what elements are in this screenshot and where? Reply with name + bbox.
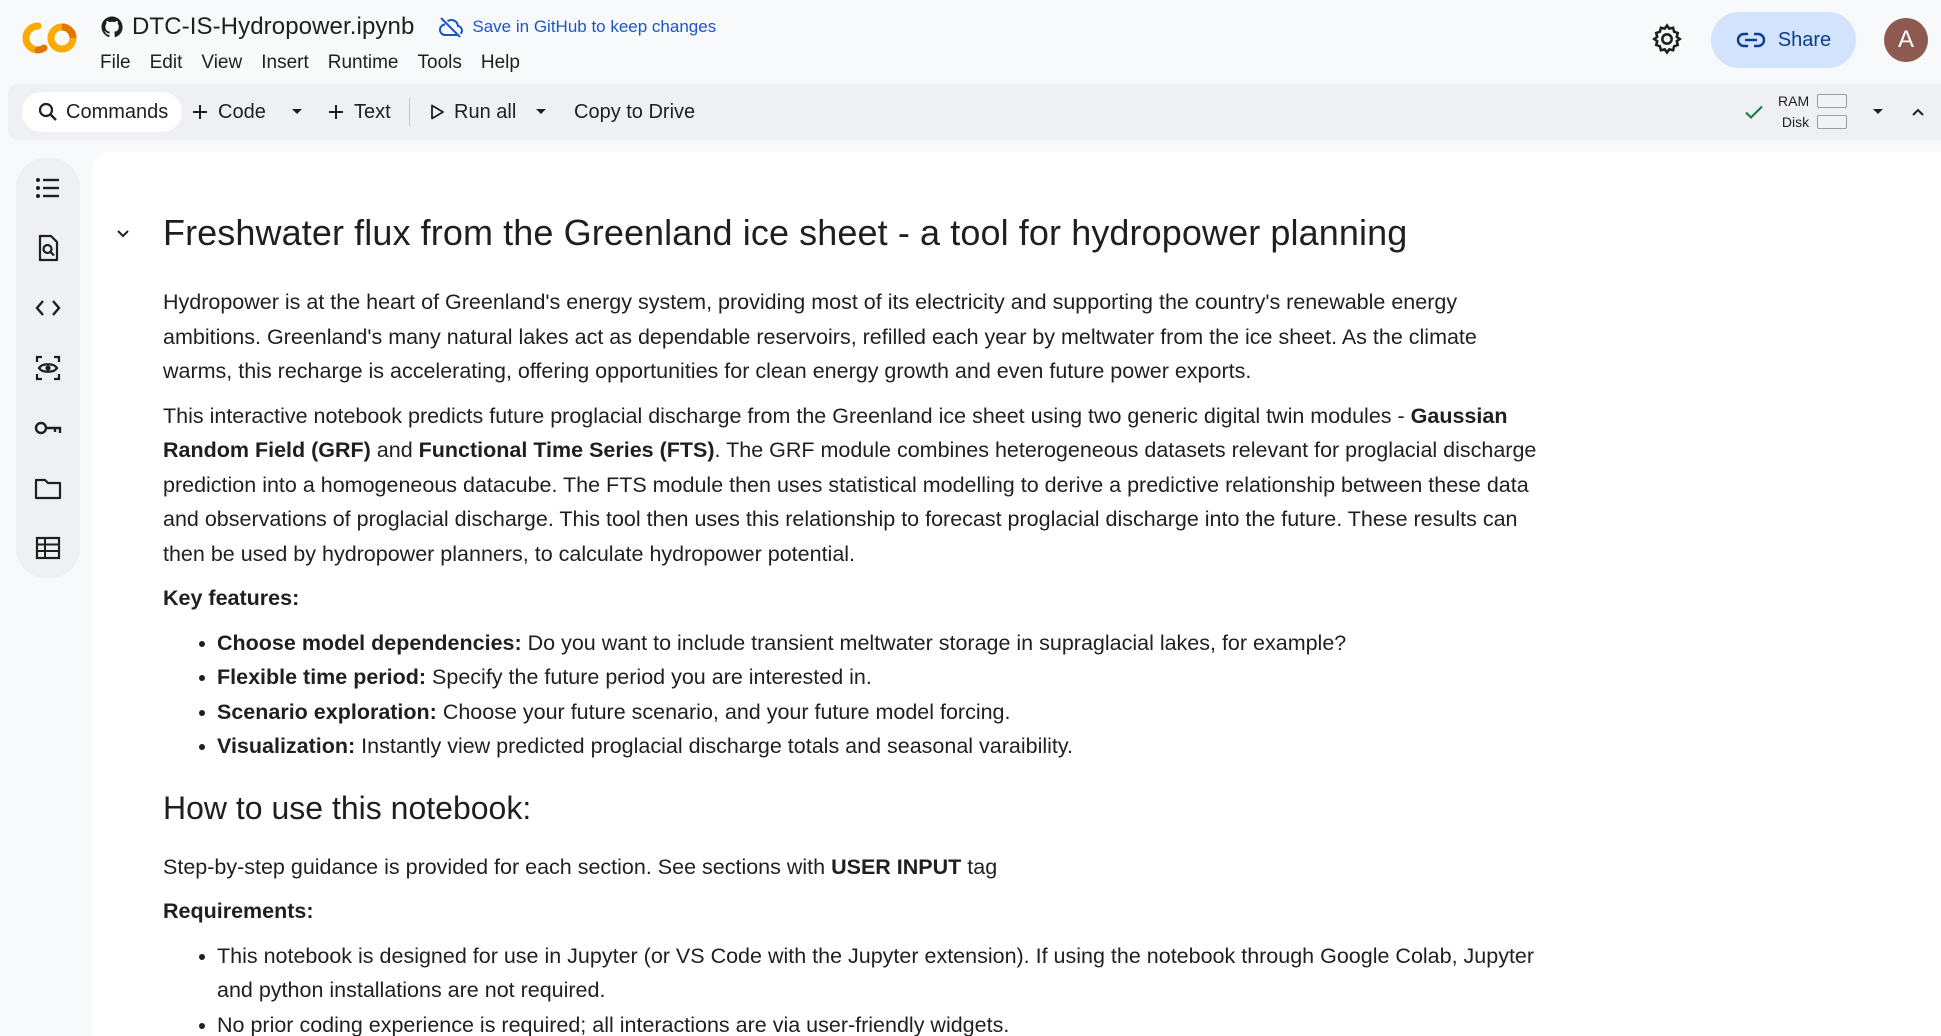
add-text-cell-button[interactable]: Text — [326, 92, 391, 132]
menu-insert[interactable]: Insert — [261, 52, 309, 74]
cloud-off-icon — [439, 17, 464, 38]
menu-tools[interactable]: Tools — [418, 52, 462, 74]
feature-label: Choose model dependencies: — [217, 630, 522, 655]
feature-label: Scenario exploration: — [217, 699, 437, 724]
text-cell[interactable]: Freshwater flux from the Greenland ice s… — [163, 208, 1543, 1036]
secrets-key-icon[interactable] — [32, 412, 64, 444]
left-sidebar — [16, 158, 80, 578]
colab-logo[interactable] — [22, 20, 78, 56]
menu-help[interactable]: Help — [481, 52, 520, 74]
description-paragraph: This interactive notebook predicts futur… — [163, 399, 1543, 572]
how-to-heading: How to use this notebook: — [163, 789, 532, 826]
text-label: Text — [354, 100, 391, 123]
guidance-paragraph: Step-by-step guidance is provided for ea… — [163, 850, 1543, 885]
menu-file[interactable]: File — [100, 52, 131, 74]
menu-runtime[interactable]: Runtime — [328, 52, 399, 74]
user-input-tag: USER INPUT — [831, 854, 962, 879]
key-features-heading: Key features: — [163, 586, 300, 610]
guidance-text-b: tag — [961, 854, 998, 879]
feature-text: Instantly view predicted proglacial disc… — [355, 734, 1074, 758]
toolbar-divider — [409, 98, 410, 126]
feature-label: Flexible time period: — [217, 665, 427, 689]
github-icon — [101, 16, 123, 38]
commands-button[interactable]: Commands — [22, 92, 183, 132]
intro-paragraph: Hydropower is at the heart of Greenland'… — [163, 290, 1477, 383]
notebook-heading: Freshwater flux from the Greenland ice s… — [163, 212, 1408, 253]
link-icon — [1736, 32, 1765, 48]
disk-label: Disk — [1781, 113, 1810, 130]
guidance-text-a: Step-by-step guidance is provided for ea… — [163, 854, 832, 879]
requirements-list: This notebook is designed for use in Jup… — [197, 939, 1543, 1036]
account-avatar[interactable]: A — [1884, 18, 1928, 62]
play-icon — [431, 104, 444, 120]
notebook-title[interactable]: DTC-IS-Hydropower.ipynb — [132, 13, 414, 41]
list-item: Choose model dependencies: Do you want t… — [197, 626, 1543, 661]
collapse-section-chevron-down-icon[interactable] — [112, 222, 134, 244]
code-label: Code — [218, 100, 266, 123]
save-in-github-label: Save in GitHub to keep changes — [472, 17, 717, 36]
list-item: Visualization: Instantly view predicted … — [197, 729, 1543, 764]
requirements-heading: Requirements: — [163, 899, 314, 923]
copy-to-drive-label: Copy to Drive — [574, 100, 696, 123]
settings-gear-icon[interactable] — [1650, 22, 1684, 56]
variables-icon[interactable] — [32, 352, 64, 384]
resource-monitor[interactable]: RAM Disk — [1778, 90, 1848, 132]
files-folder-icon[interactable] — [32, 472, 64, 504]
plus-icon — [329, 105, 343, 119]
list-item: No prior coding experience is required; … — [197, 1008, 1543, 1036]
run-all-button[interactable]: Run all — [428, 92, 516, 132]
fts-term: Functional Time Series (FTS) — [418, 438, 715, 462]
feature-label: Visualization: — [217, 734, 356, 758]
feature-text: Choose your future scenario, and your fu… — [436, 699, 1011, 724]
description-and: and — [370, 438, 419, 462]
menu-view[interactable]: View — [201, 52, 242, 74]
run-all-label: Run all — [454, 100, 517, 123]
find-replace-icon[interactable] — [32, 232, 64, 264]
menu-edit[interactable]: Edit — [150, 52, 183, 74]
ram-usage-bar — [1817, 93, 1848, 108]
search-icon — [38, 102, 57, 121]
features-list: Choose model dependencies: Do you want t… — [197, 626, 1543, 764]
feature-text: Do you want to include transient meltwat… — [521, 630, 1347, 655]
feature-text: Specify the future period you are intere… — [426, 665, 872, 689]
code-dropdown-chevron-down-icon[interactable] — [290, 106, 304, 118]
list-item: This notebook is designed for use in Jup… — [197, 939, 1543, 1008]
commands-label: Commands — [66, 100, 169, 123]
collapse-header-chevron-up-icon[interactable] — [1908, 102, 1928, 122]
disk-usage-bar — [1817, 114, 1848, 129]
share-button[interactable]: Share — [1711, 12, 1856, 68]
notebook-toolbar: Commands Code Text Run all Copy to Drive — [8, 84, 1941, 140]
plus-icon — [193, 105, 207, 119]
data-table-icon[interactable] — [32, 532, 64, 564]
resources-dropdown-chevron-down-icon[interactable] — [1868, 102, 1888, 122]
connected-check-icon — [1745, 105, 1763, 120]
save-in-github-link[interactable]: Save in GitHub to keep changes — [438, 16, 716, 38]
app-header: DTC-IS-Hydropower.ipynb Save in GitHub t… — [0, 0, 1941, 84]
list-item: Scenario exploration: Choose your future… — [197, 695, 1543, 730]
run-all-dropdown-chevron-down-icon[interactable] — [534, 106, 548, 118]
add-code-cell-button[interactable]: Code — [190, 92, 266, 132]
share-label: Share — [1777, 28, 1832, 51]
table-of-contents-icon[interactable] — [32, 172, 64, 204]
code-snippets-icon[interactable] — [32, 292, 64, 324]
menu-bar: File Edit View Insert Runtime Tools Help — [100, 52, 539, 74]
description-text-a: This interactive notebook predicts futur… — [163, 403, 1411, 428]
list-item: Flexible time period: Specify the future… — [197, 660, 1543, 695]
ram-label: RAM — [1778, 92, 1810, 109]
copy-to-drive-button[interactable]: Copy to Drive — [574, 92, 695, 132]
